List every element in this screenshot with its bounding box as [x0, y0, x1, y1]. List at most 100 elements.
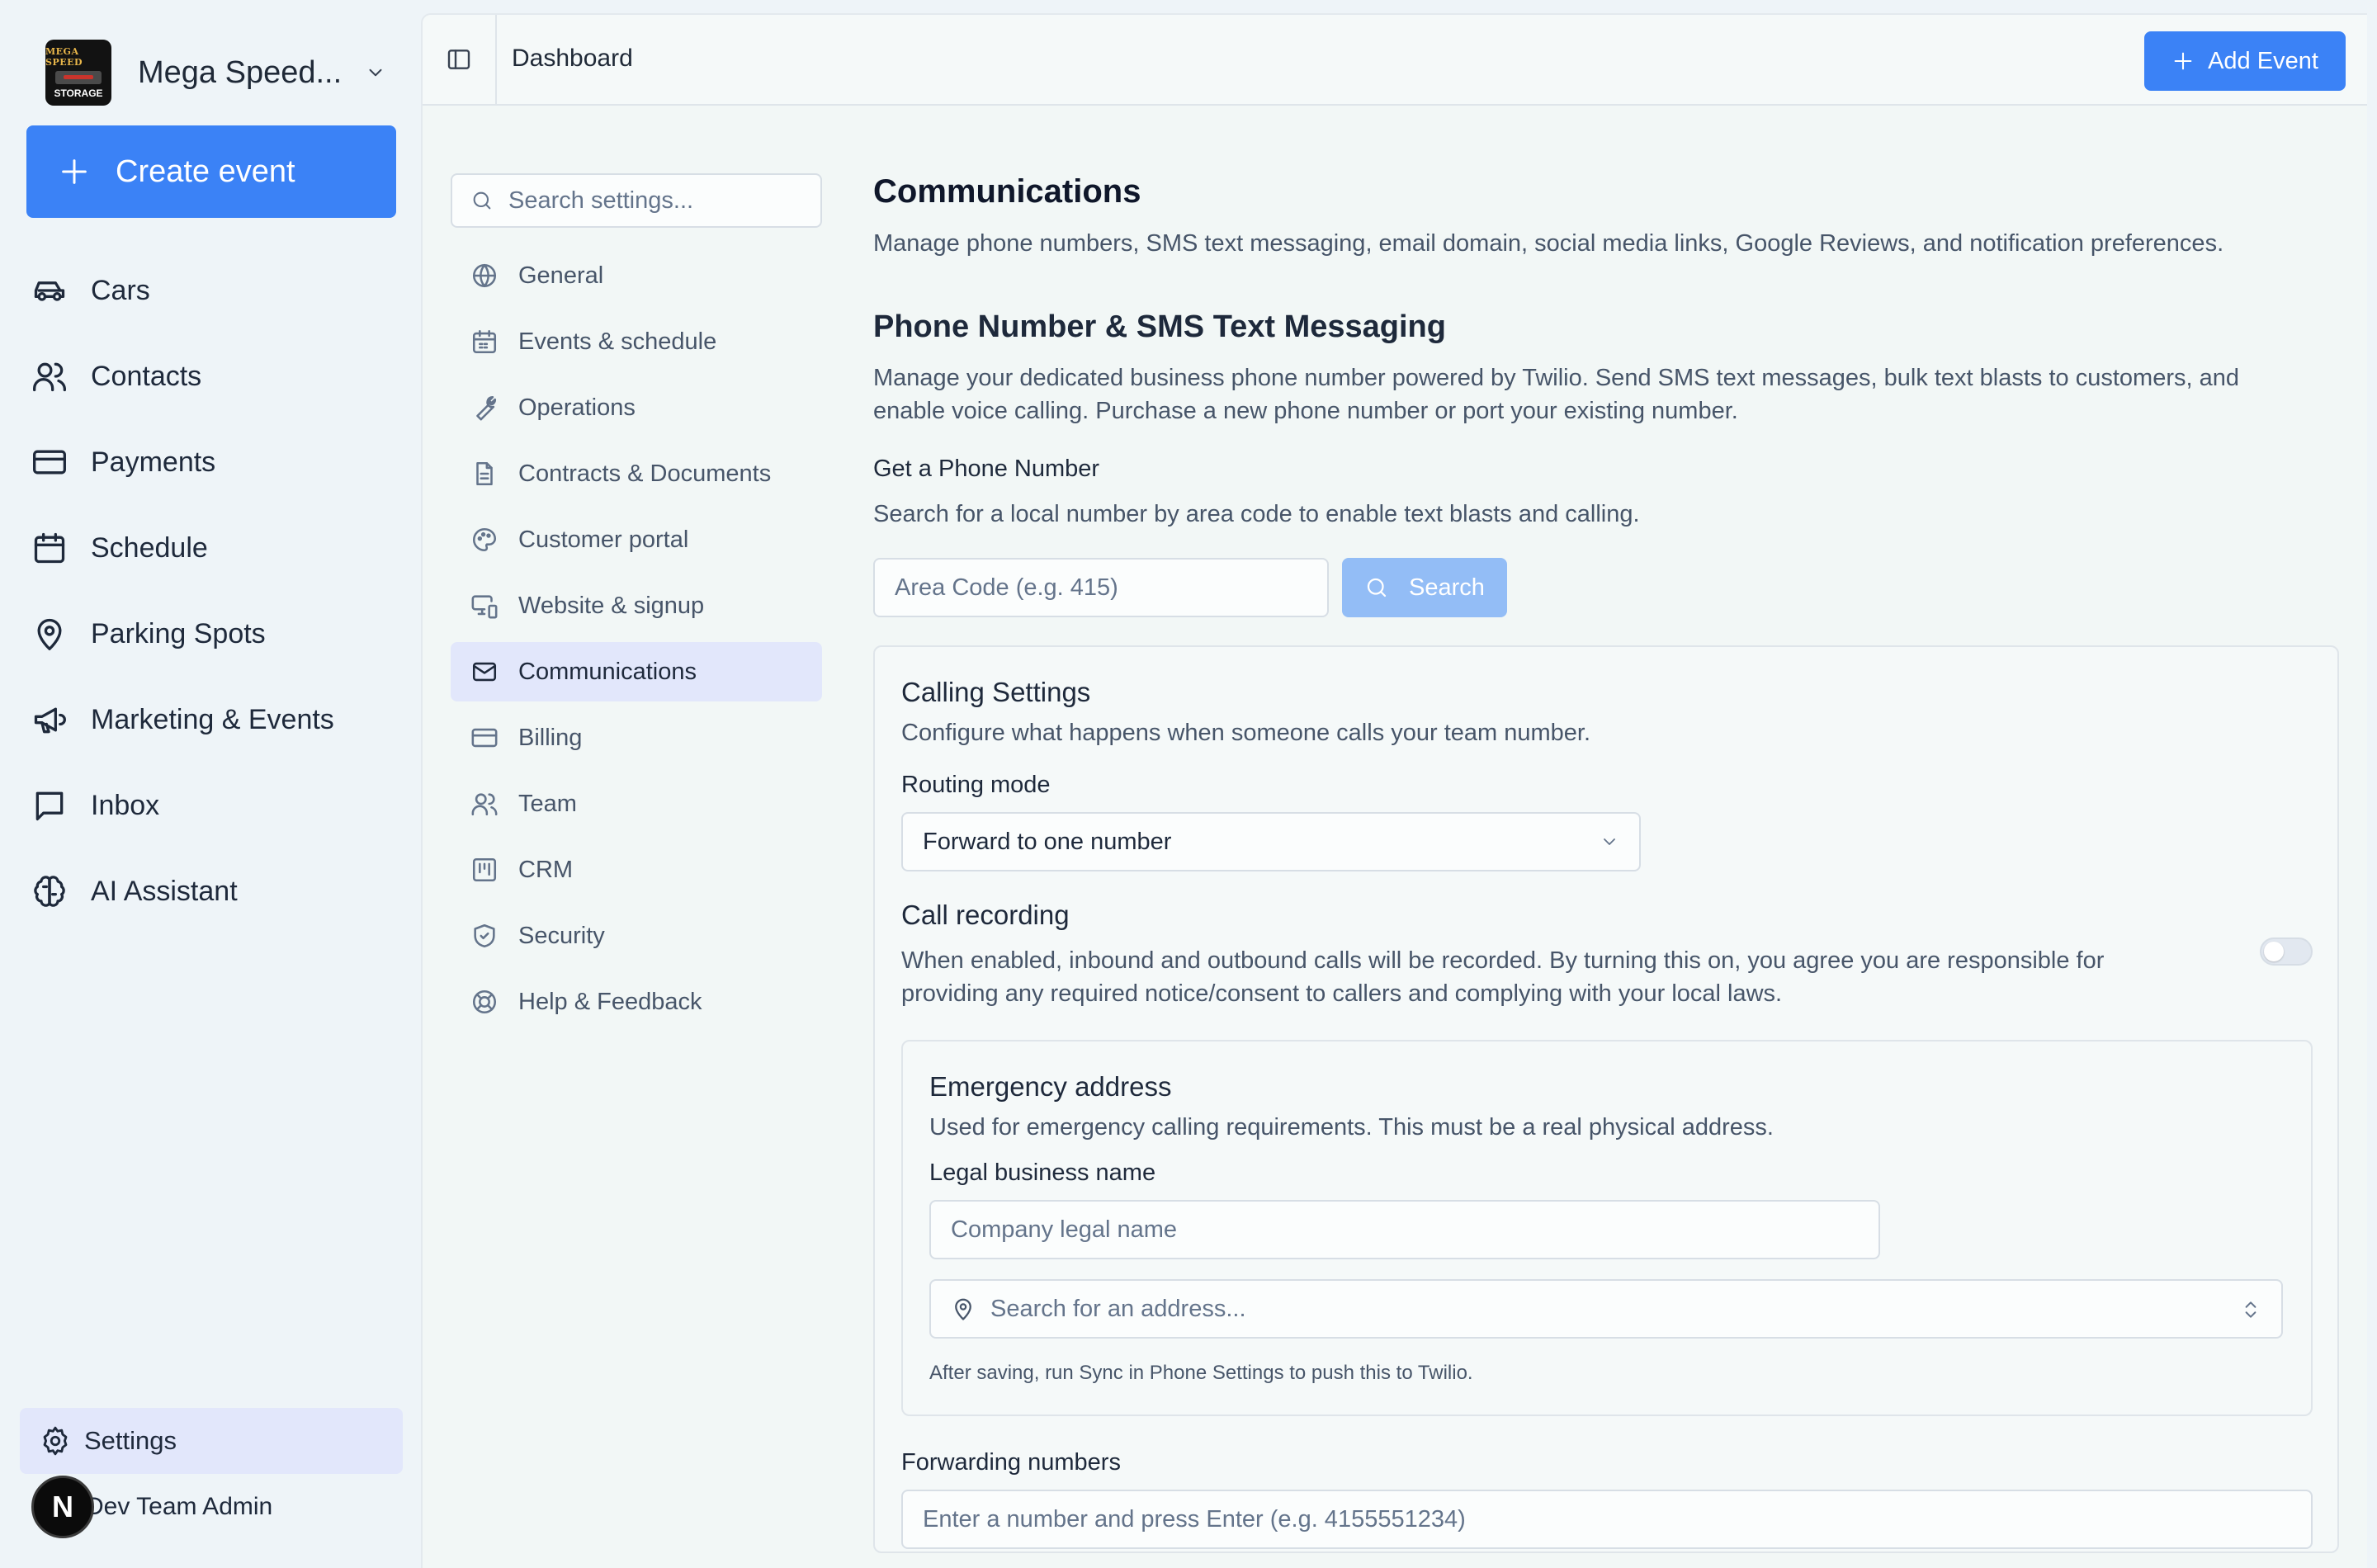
settings-item-label: Communications: [518, 658, 697, 685]
nav-item-schedule[interactable]: Schedule: [31, 505, 395, 591]
message-square-icon: [35, 791, 64, 821]
address-search-input[interactable]: Search for an address...: [929, 1279, 2283, 1339]
users-icon: [33, 362, 66, 392]
life-buoy-icon: [472, 989, 497, 1014]
emergency-address-title: Emergency address: [929, 1071, 1172, 1102]
nav-item-payments[interactable]: Payments: [31, 419, 395, 505]
monitor-smartphone-icon: [471, 595, 498, 619]
get-number-title: Get a Phone Number: [873, 456, 1100, 482]
emergency-address-card: Emergency address Used for emergency cal…: [901, 1040, 2313, 1416]
chevrons-up-down-icon: [2245, 1301, 2256, 1318]
search-icon: [473, 191, 491, 210]
user-menu[interactable]: N Dev Team Admin: [31, 1476, 272, 1538]
file-text-icon: [476, 461, 493, 486]
globe-icon: [472, 263, 497, 288]
chevron-down-icon: [369, 68, 382, 77]
routing-mode-select[interactable]: Forward to one number: [901, 812, 1641, 871]
add-event-button[interactable]: Add Event: [2144, 31, 2346, 91]
emergency-address-subtitle: Used for emergency calling requirements.…: [929, 1114, 1774, 1141]
search-label: Search: [1409, 574, 1485, 601]
workspace-name: Mega Speed...: [138, 54, 343, 90]
settings-search-input[interactable]: Search settings...: [451, 173, 822, 228]
plus-icon: [2174, 52, 2192, 70]
settings-item-label: Events & schedule: [518, 328, 717, 355]
call-recording-row: Call recording When enabled, inbound and…: [901, 900, 2313, 1010]
topbar: Dashboard Add Event: [423, 15, 2367, 106]
logo-text-top: MEGA SPEED: [45, 46, 83, 68]
workspace-switcher[interactable]: MEGA SPEED STORAGE Mega Speed...: [45, 40, 392, 106]
search-number-button[interactable]: Search: [1342, 558, 1507, 617]
settings-item-general[interactable]: General: [451, 246, 822, 305]
nav-item-parking-spots[interactable]: Parking Spots: [31, 591, 395, 677]
settings-content: Communications Manage phone numbers, SMS…: [873, 173, 2351, 1553]
nav-item-label: AI Assistant: [91, 875, 238, 907]
routing-mode-label: Routing mode: [901, 772, 1051, 798]
breadcrumb[interactable]: Dashboard: [512, 45, 633, 73]
settings-label: Settings: [84, 1426, 177, 1455]
routing-mode-value: Forward to one number: [923, 828, 1172, 855]
create-event-button[interactable]: Create event: [26, 125, 396, 218]
settings-item-operations[interactable]: Operations: [451, 378, 822, 437]
settings-item-events-schedule[interactable]: Events & schedule: [451, 312, 822, 371]
area-code-input[interactable]: Area Code (e.g. 415): [873, 558, 1329, 617]
avatar: N: [31, 1476, 94, 1538]
area-code-placeholder: Area Code (e.g. 415): [895, 574, 1118, 601]
app-sidebar: MEGA SPEED STORAGE Mega Speed... Create …: [0, 0, 421, 1568]
nav-item-ai-assistant[interactable]: AI Assistant: [31, 848, 395, 934]
chevron-down-icon: [1604, 838, 1615, 845]
add-event-label: Add Event: [2208, 47, 2318, 74]
brain-icon: [34, 876, 65, 907]
forwarding-number-input[interactable]: Enter a number and press Enter (e.g. 415…: [901, 1490, 2313, 1549]
calling-settings-title: Calling Settings: [901, 677, 1091, 707]
page-title: Communications: [873, 173, 1141, 210]
create-event-label: Create event: [116, 153, 295, 189]
credit-card-icon: [33, 450, 66, 475]
settings-item-security[interactable]: Security: [451, 906, 822, 966]
map-pin-icon: [37, 618, 62, 650]
settings-item-contracts[interactable]: Contracts & Documents: [451, 444, 822, 503]
forwarding-placeholder: Enter a number and press Enter (e.g. 415…: [923, 1505, 1466, 1533]
area-code-search-row: Area Code (e.g. 415) Search: [873, 558, 2351, 617]
forwarding-numbers-label: Forwarding numbers: [901, 1449, 1121, 1476]
logo-text-bottom: STORAGE: [54, 87, 103, 99]
calendar-icon: [472, 329, 497, 354]
settings-item-crm[interactable]: CRM: [451, 840, 822, 900]
nav-item-inbox[interactable]: Inbox: [31, 763, 395, 848]
emergency-sync-note: After saving, run Sync in Phone Settings…: [929, 1362, 1473, 1384]
settings-item-label: General: [518, 262, 604, 289]
settings-item-website-signup[interactable]: Website & signup: [451, 576, 822, 635]
nav-item-label: Inbox: [91, 789, 160, 821]
settings-item-help-feedback[interactable]: Help & Feedback: [451, 972, 822, 1032]
call-recording-description: When enabled, inbound and outbound calls…: [901, 947, 2105, 1007]
settings-item-label: Help & Feedback: [518, 988, 702, 1015]
address-placeholder: Search for an address...: [990, 1295, 1246, 1322]
legal-name-label: Legal business name: [929, 1159, 1156, 1186]
get-number-description: Search for a local number by area code t…: [873, 501, 1640, 527]
settings-item-customer-portal[interactable]: Customer portal: [451, 510, 822, 569]
nav-item-contacts[interactable]: Contacts: [31, 333, 395, 419]
settings-search-placeholder: Search settings...: [508, 187, 694, 214]
main-panel: Dashboard Add Event Search settings... G…: [421, 13, 2367, 1568]
panel-left-icon[interactable]: [446, 46, 472, 73]
legal-name-input[interactable]: Company legal name: [929, 1200, 1880, 1259]
car-icon: [34, 281, 65, 301]
users-icon: [471, 793, 498, 816]
call-recording-title: Call recording: [901, 900, 1070, 930]
settings-item-label: Customer portal: [518, 526, 689, 553]
nav-item-cars[interactable]: Cars: [31, 248, 395, 333]
palette-icon: [472, 527, 497, 552]
settings-nav-list: General Events & schedule Operations Con…: [451, 246, 822, 1032]
shield-check-icon: [474, 923, 495, 948]
nav-item-label: Contacts: [91, 360, 202, 392]
settings-item-team[interactable]: Team: [451, 774, 822, 834]
mail-icon: [472, 662, 497, 682]
gear-icon: [43, 1426, 68, 1456]
call-recording-toggle[interactable]: [2260, 937, 2313, 966]
map-pin-icon: [955, 1298, 971, 1320]
calling-settings-subtitle: Configure what happens when someone call…: [901, 720, 1591, 746]
settings-item-communications[interactable]: Communications: [451, 642, 822, 701]
search-icon: [1367, 578, 1387, 597]
nav-item-marketing[interactable]: Marketing & Events: [31, 677, 395, 763]
nav-item-settings[interactable]: Settings: [20, 1408, 403, 1474]
settings-item-billing[interactable]: Billing: [451, 708, 822, 767]
